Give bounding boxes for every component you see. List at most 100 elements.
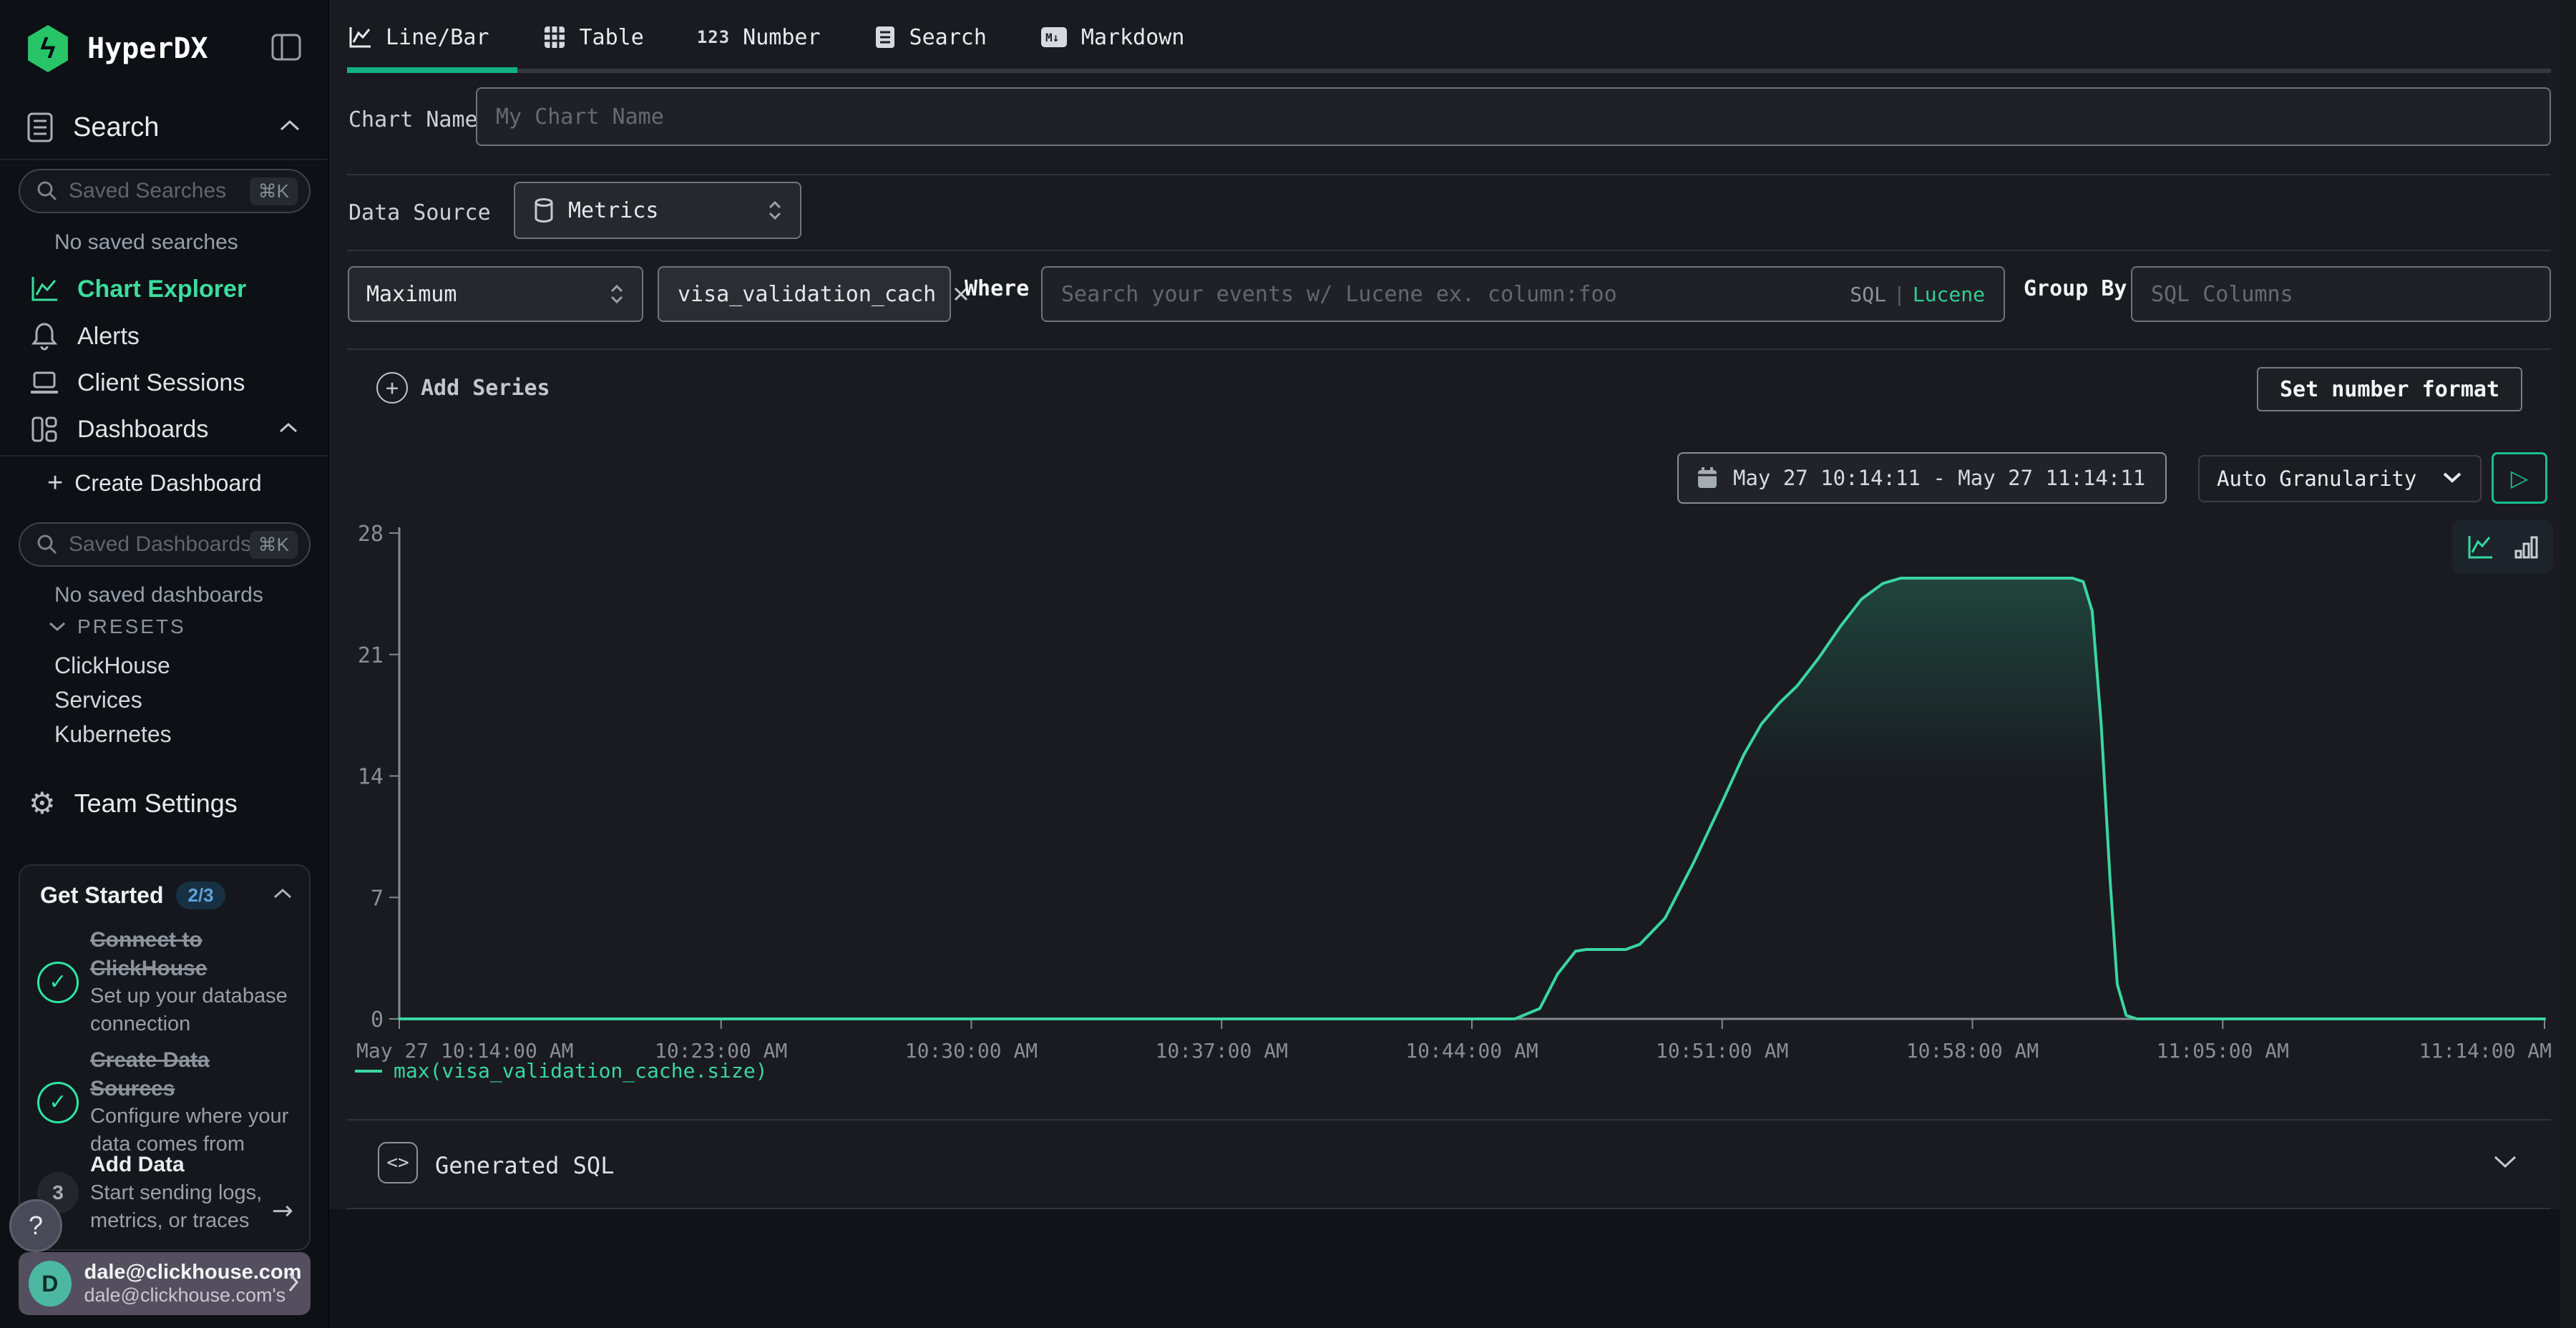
search-section-label: Search xyxy=(73,112,159,143)
avatar: D xyxy=(29,1261,72,1307)
get-started-step-2[interactable]: ✓ Create Data Sources Configure where yo… xyxy=(36,1046,298,1158)
line-chart-icon xyxy=(347,24,373,50)
tab-search[interactable]: Search xyxy=(874,24,987,50)
group-by-label: Group By xyxy=(2024,276,2127,301)
code-icon: <> xyxy=(378,1142,418,1183)
legend-series-name: max(visa_validation_cache.size) xyxy=(394,1059,768,1083)
legend-line-swatch xyxy=(355,1070,382,1073)
divider xyxy=(347,174,2551,175)
help-button[interactable]: ? xyxy=(9,1199,62,1252)
plus-circle-icon: + xyxy=(376,372,408,404)
chart-series-layer xyxy=(399,578,2545,1019)
sidebar-item-label: Chart Explorer xyxy=(77,275,246,303)
list-icon xyxy=(26,112,54,143)
x-tick-label: 11:05:00 AM xyxy=(2157,1039,2289,1063)
plus-icon: + xyxy=(47,468,63,499)
add-series-button[interactable]: + Add Series xyxy=(376,372,550,404)
get-started-step-3[interactable]: 3 Add Data Start sending logs, metrics, … xyxy=(36,1151,298,1235)
saved-dashboards-input[interactable] xyxy=(69,532,250,557)
y-tick-label: 0 xyxy=(371,1007,384,1032)
generated-sql-row[interactable]: <> Generated SQL xyxy=(329,1120,2576,1208)
tab-label: Search xyxy=(909,25,987,50)
tab-label: Number xyxy=(743,25,820,50)
database-icon xyxy=(532,197,555,224)
tab-table[interactable]: Table xyxy=(542,24,644,50)
date-range-input[interactable]: May 27 10:14:11 - May 27 11:14:11 xyxy=(1677,452,2167,504)
generated-sql-label: Generated SQL xyxy=(435,1152,614,1179)
search-section-header[interactable]: Search xyxy=(26,107,302,147)
divider xyxy=(347,348,2551,350)
x-tick-label: 10:30:00 AM xyxy=(905,1039,1038,1063)
select-chevrons-icon xyxy=(609,284,625,304)
table-icon xyxy=(542,24,567,50)
chevron-up-icon xyxy=(278,421,299,439)
number-123-icon: 123 xyxy=(697,27,730,47)
x-tick-label: 10:58:00 AM xyxy=(1906,1039,2039,1063)
svg-text:M↓: M↓ xyxy=(1045,31,1059,44)
preset-kubernetes[interactable]: Kubernetes xyxy=(54,721,172,748)
team-settings-button[interactable]: ⚙ Team Settings xyxy=(29,786,238,821)
create-dashboard-button[interactable]: + Create Dashboard xyxy=(47,468,262,499)
divider xyxy=(0,159,328,160)
step-title: Add Data xyxy=(90,1151,298,1179)
step-title: Connect to ClickHouse xyxy=(90,926,298,982)
sidebar-collapse-icon[interactable] xyxy=(270,33,302,65)
tab-label: Table xyxy=(580,25,644,50)
tab-line-bar[interactable]: Line/Bar xyxy=(347,24,489,50)
x-tick-label: 11:14:00 AM xyxy=(2419,1039,2552,1063)
check-circle-icon: ✓ xyxy=(37,1082,79,1123)
create-dashboard-label: Create Dashboard xyxy=(74,470,261,497)
granularity-value: Auto Granularity xyxy=(2217,467,2416,491)
metric-field-tag[interactable]: visa_validation_cach xyxy=(658,266,951,322)
active-tab-underline xyxy=(347,67,517,73)
chevron-up-icon[interactable] xyxy=(272,887,293,904)
search-icon xyxy=(36,533,59,556)
data-source-select[interactable]: Metrics xyxy=(514,182,801,239)
shortcut-badge: ⌘K xyxy=(250,177,298,205)
group-by-input[interactable] xyxy=(2131,266,2551,322)
get-started-step-1[interactable]: ✓ Connect to ClickHouse Set up your data… xyxy=(36,926,298,1038)
chart-name-input[interactable] xyxy=(476,87,2551,146)
saved-searches-input[interactable] xyxy=(69,179,250,203)
presets-toggle[interactable]: PRESETS xyxy=(47,615,186,638)
aggregation-value: Maximum xyxy=(366,282,457,307)
chart-area[interactable]: 07142128May 27 10:14:00 AM10:23:00 AM10:… xyxy=(329,501,2576,1066)
series-area xyxy=(399,578,2545,1019)
chart-legend[interactable]: max(visa_validation_cache.size) xyxy=(355,1059,768,1083)
x-tick-label: 10:51:00 AM xyxy=(1656,1039,1788,1063)
lucene-option[interactable]: Lucene xyxy=(1913,283,1985,306)
chevron-up-icon xyxy=(278,118,302,137)
no-saved-dashboards-text: No saved dashboards xyxy=(54,583,263,607)
sidebar-item-client-sessions[interactable]: Client Sessions xyxy=(0,360,328,406)
chevron-down-icon xyxy=(2441,470,2463,487)
user-menu[interactable]: D dale@clickhouse.com dale@clickhouse.co… xyxy=(19,1252,311,1315)
preset-clickhouse[interactable]: ClickHouse xyxy=(54,653,170,679)
team-settings-label: Team Settings xyxy=(74,788,238,819)
run-query-button[interactable]: ▷ xyxy=(2492,452,2547,504)
sidebar-item-alerts[interactable]: Alerts xyxy=(0,313,328,359)
saved-dashboards-search[interactable]: ⌘K xyxy=(19,522,311,567)
x-tick-label: 10:44:00 AM xyxy=(1405,1039,1538,1063)
step-desc: Start sending logs, metrics, or traces xyxy=(90,1179,298,1235)
presets-label: PRESETS xyxy=(77,615,186,638)
tab-number[interactable]: 123 Number xyxy=(697,25,821,50)
step-title: Create Data Sources xyxy=(90,1046,298,1103)
search-icon xyxy=(36,180,59,202)
chevron-down-icon[interactable] xyxy=(2492,1153,2519,1173)
sidebar-item-chart-explorer[interactable]: Chart Explorer xyxy=(0,266,328,312)
calendar-icon xyxy=(1696,466,1719,490)
saved-searches-search[interactable]: ⌘K xyxy=(19,169,311,213)
sidebar-item-label: Alerts xyxy=(77,323,140,351)
sidebar: ϟ HyperDX Search ⌘K No saved searches Ch… xyxy=(0,0,329,1328)
granularity-select[interactable]: Auto Granularity xyxy=(2198,455,2482,502)
preset-services[interactable]: Services xyxy=(54,687,142,713)
set-number-format-button[interactable]: Set number format xyxy=(2257,367,2522,411)
sql-option[interactable]: SQL xyxy=(1850,283,1886,306)
sidebar-item-dashboards[interactable]: Dashboards xyxy=(0,406,328,452)
tab-markdown[interactable]: M↓ Markdown xyxy=(1040,25,1185,50)
chart-axis-layer xyxy=(389,527,2545,1029)
query-language-toggle[interactable]: SQL|Lucene xyxy=(1850,283,1985,306)
check-circle-icon: ✓ xyxy=(37,962,79,1003)
scrollbar[interactable] xyxy=(2560,0,2576,1328)
aggregation-select[interactable]: Maximum xyxy=(348,266,643,322)
